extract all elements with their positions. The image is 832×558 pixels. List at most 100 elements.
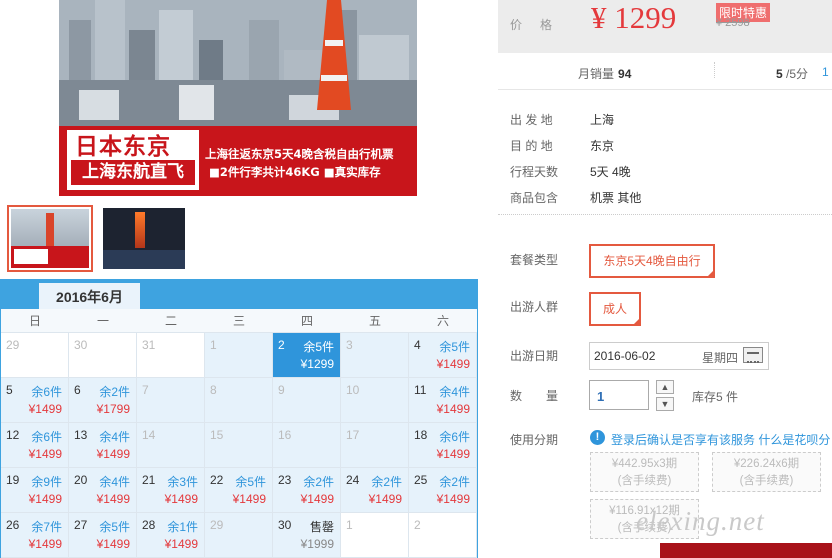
- traveler-option-selected[interactable]: 成人: [589, 292, 641, 326]
- calendar-day-cell[interactable]: 24 余2件 ¥1499: [341, 468, 409, 513]
- weekday-header: 六: [436, 314, 449, 328]
- calendar-day-number: 2: [278, 338, 285, 352]
- calendar-day-price: ¥1799: [96, 402, 130, 416]
- calendar-day-cell[interactable]: 27 余5件 ¥1499: [69, 513, 137, 558]
- calendar-day-cell: 3: [341, 333, 409, 378]
- calendar-day-stock: 余6件: [31, 385, 62, 399]
- calendar-day-price: ¥1499: [300, 492, 334, 506]
- calendar-day-cell[interactable]: 6 余2件 ¥1799: [69, 378, 137, 423]
- calendar-day-cell[interactable]: 4 余5件 ¥1499: [409, 333, 477, 378]
- package-type-label: 套餐类型: [510, 253, 559, 267]
- calendar-day-number: 6: [74, 383, 81, 397]
- calendar-day-price: ¥1499: [28, 537, 62, 551]
- calendar-day-number: 23: [278, 473, 292, 487]
- includes-label: 商品包含: [510, 191, 559, 205]
- thumbnail-2[interactable]: [103, 208, 185, 269]
- stock-count: 库存5 件: [692, 390, 739, 404]
- price-calendar: 2016年6月 日一二三四五六 29 30 31 1 2 余5件 ¥1299 3 4 余5件 ¥14…: [0, 279, 478, 558]
- calendar-day-number: 24: [346, 473, 360, 487]
- calendar-day-cell[interactable]: 5 余6件 ¥1499: [1, 378, 69, 423]
- calendar-day-stock: 余2件: [99, 385, 130, 399]
- calendar-day-cell[interactable]: 12 余6件 ¥1499: [1, 423, 69, 468]
- installment-plan-6[interactable]: ¥226.24x6期 (含手续费): [712, 452, 821, 492]
- installment-plan-3[interactable]: ¥442.95x3期 (含手续费): [590, 452, 699, 492]
- calendar-month-tab[interactable]: 2016年6月: [39, 283, 140, 309]
- calendar-day-cell: 9: [273, 378, 341, 423]
- weekday-header: 四: [300, 314, 313, 328]
- calendar-day-number: 30: [74, 338, 88, 352]
- calendar-day-price: ¥1499: [28, 492, 62, 506]
- includes-value: 机票 其他: [590, 191, 642, 205]
- calendar-day-cell: 1: [341, 513, 409, 558]
- calendar-day-stock: 售罄: [309, 520, 334, 534]
- calendar-day-cell[interactable]: 20 余4件 ¥1499: [69, 468, 137, 513]
- calendar-day-cell: 14: [137, 423, 205, 468]
- quantity-decrease-button[interactable]: ▼: [656, 397, 674, 411]
- installment-label: 使用分期: [510, 433, 559, 447]
- buy-button-edge[interactable]: [660, 543, 832, 558]
- calendar-day-cell: 16: [273, 423, 341, 468]
- package-option-label: 东京5天4晚自由行: [603, 254, 701, 268]
- calendar-day-price: ¥1299: [300, 357, 334, 371]
- banner-subtitle: 上海东航直飞: [71, 160, 195, 185]
- duration-label: 行程天数: [510, 165, 559, 179]
- calendar-day-number: 1: [346, 518, 353, 532]
- rating-suffix: /5分: [786, 67, 809, 81]
- destination-value: 东京: [590, 139, 615, 153]
- monthly-sales-count: 94: [618, 67, 632, 81]
- weekday-header: 五: [368, 314, 381, 328]
- calendar-icon[interactable]: [743, 347, 763, 363]
- weekday-header: 一: [96, 314, 109, 328]
- monthly-sales-label: 月销量: [578, 67, 615, 81]
- watermark-text: elexing.net: [636, 506, 765, 536]
- calendar-day-number: 17: [346, 428, 360, 442]
- calendar-day-number: 28: [142, 518, 156, 532]
- calendar-day-cell[interactable]: 13 余4件 ¥1499: [69, 423, 137, 468]
- calendar-day-cell: 7: [137, 378, 205, 423]
- calendar-day-cell[interactable]: 18 余6件 ¥1499: [409, 423, 477, 468]
- calendar-day-number: 9: [278, 383, 285, 397]
- package-option-selected[interactable]: 东京5天4晚自由行: [589, 244, 715, 278]
- calendar-day-number: 15: [210, 428, 224, 442]
- price-value: ¥ 1299: [591, 0, 677, 35]
- calendar-day-number: 14: [142, 428, 156, 442]
- calendar-day-cell: 10: [341, 378, 409, 423]
- calendar-day-stock: 余3件: [167, 475, 198, 489]
- calendar-day-stock: 余6件: [31, 430, 62, 444]
- rating-count[interactable]: 1: [822, 65, 829, 79]
- installment-help-link[interactable]: 什么是花呗分: [758, 433, 830, 447]
- calendar-day-cell[interactable]: 21 余3件 ¥1499: [137, 468, 205, 513]
- quantity-label: 数 量: [510, 389, 559, 403]
- calendar-day-number: 1: [210, 338, 217, 352]
- calendar-day-number: 5: [6, 383, 13, 397]
- travel-date-weekday: 星期四: [702, 351, 739, 365]
- rating[interactable]: 5 /5分: [776, 65, 808, 82]
- monthly-sales: 月销量 94: [578, 65, 631, 82]
- calendar-day-cell: 15: [205, 423, 273, 468]
- duration-value: 5天 4晚: [590, 165, 631, 179]
- calendar-day-number: 31: [142, 338, 156, 352]
- calendar-day-cell[interactable]: 2 余5件 ¥1299: [273, 333, 341, 378]
- calendar-day-number: 25: [414, 473, 428, 487]
- calendar-day-cell[interactable]: 22 余5件 ¥1499: [205, 468, 273, 513]
- calendar-day-number: 29: [210, 518, 224, 532]
- calendar-day-stock: 余5件: [303, 340, 334, 354]
- calendar-day-stock: 余2件: [303, 475, 334, 489]
- calendar-day-cell[interactable]: 26 余7件 ¥1499: [1, 513, 69, 558]
- travel-date-value: 2016-06-02: [594, 349, 656, 363]
- calendar-day-cell[interactable]: 25 余2件 ¥1499: [409, 468, 477, 513]
- calendar-day-price: ¥1499: [368, 492, 402, 506]
- calendar-day-cell[interactable]: 28 余1件 ¥1499: [137, 513, 205, 558]
- calendar-day-number: 20: [74, 473, 88, 487]
- info-icon: !: [590, 430, 605, 445]
- calendar-day-cell[interactable]: 30 售罄 ¥1999: [273, 513, 341, 558]
- quantity-increase-button[interactable]: ▲: [656, 380, 674, 394]
- calendar-day-price: ¥1499: [28, 447, 62, 461]
- calendar-day-price: ¥1499: [96, 492, 130, 506]
- calendar-day-cell[interactable]: 11 余4件 ¥1499: [409, 378, 477, 423]
- calendar-day-cell: 29: [1, 333, 69, 378]
- calendar-day-stock: 余2件: [439, 475, 470, 489]
- thumbnail-1[interactable]: [7, 205, 93, 272]
- calendar-day-cell[interactable]: 19 余9件 ¥1499: [1, 468, 69, 513]
- calendar-day-cell[interactable]: 23 余2件 ¥1499: [273, 468, 341, 513]
